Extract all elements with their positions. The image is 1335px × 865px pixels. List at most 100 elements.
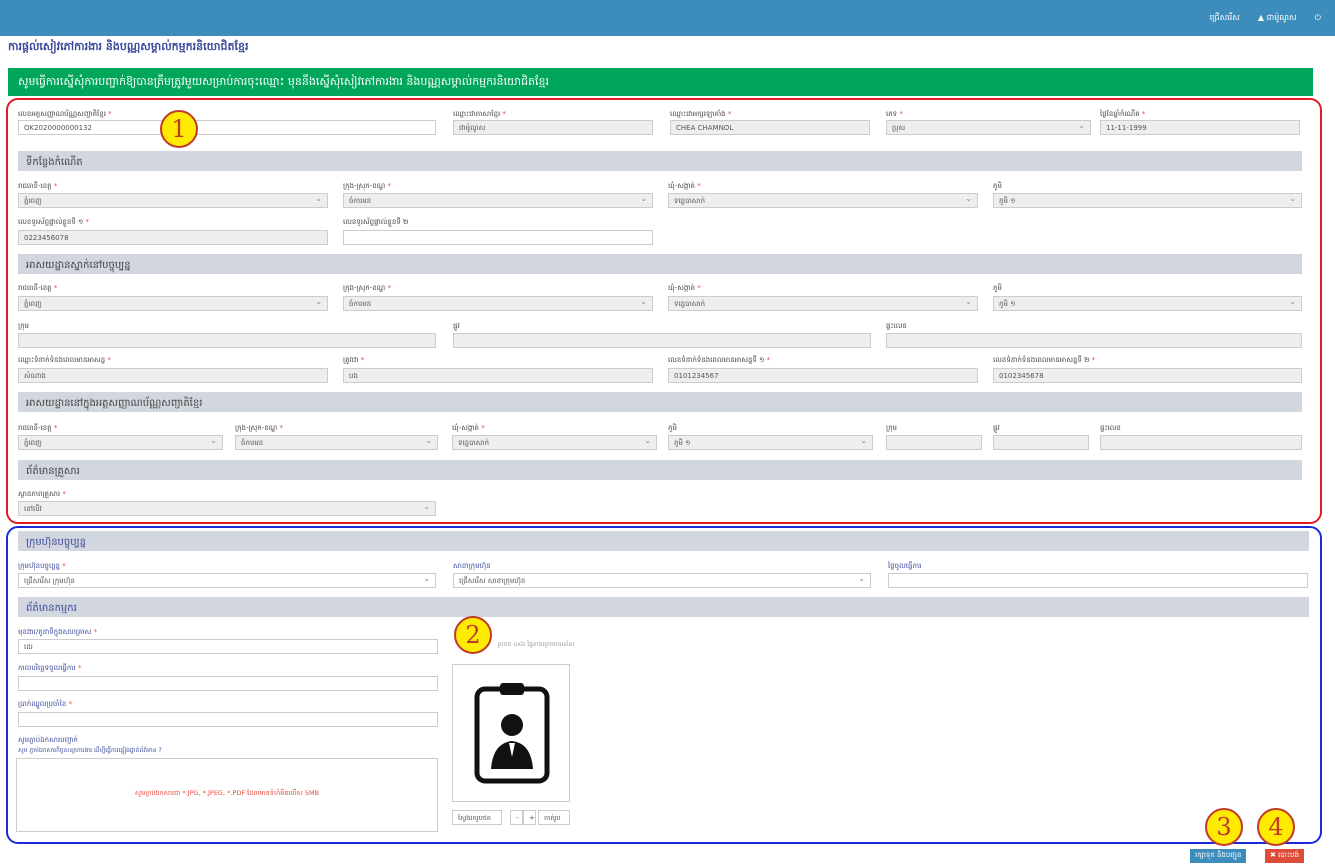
phone2-input[interactable] [343, 230, 653, 245]
position-input[interactable]: ដេរ [18, 639, 438, 654]
page-title: ការផ្ដល់សៀវភៅការងារ និងបណ្ណសម្គាល់កម្មករ… [8, 40, 249, 53]
company-select[interactable]: ជ្រើសរើស ក្រុមហ៊ុន [18, 573, 436, 588]
bp-district-select[interactable]: ចំការមន [343, 193, 653, 208]
emergency-phone1-label: លេខទំនាក់ទំនងពេលមានអាសន្នទី ១ * [668, 356, 771, 364]
branch-select[interactable]: ជ្រើសរើស សាខាក្រុមហ៊ុន [453, 573, 871, 588]
file-upload-area[interactable]: សូមភ្ជាប់ឯកសារជា *.JPG, *.JPEG, *.PDF ដែ… [16, 758, 438, 832]
top-navbar: ជ្រើសរើស ▲ ជាម៉ូណូស ⏻ [0, 0, 1335, 36]
start-date-label: ថ្ងៃចូលធ្វើការ [888, 562, 922, 570]
ida-group-label: ក្រុម [886, 424, 897, 432]
ida-street-input[interactable] [993, 435, 1089, 450]
name-en-label: ឈ្មោះជាអក្សរឡាតាំង * [670, 110, 732, 118]
instruction-banner: សូមធ្វើការស្នើសុំការបញ្ជាក់ឱ្យបានត្រឹមត្… [8, 68, 1313, 96]
ida-village-select[interactable]: ភូមិ ១ [668, 435, 873, 450]
marital-select[interactable]: នៅលីវ [18, 501, 436, 516]
marker-2: 2 [454, 616, 492, 654]
ca-street-label: ផ្លូវ [453, 322, 460, 330]
bp-village-label: ភូមិ [993, 182, 1002, 190]
upload-hint: សូមភ្ជាប់ឯកសារជា *.JPG, *.JPEG, *.PDF ដែ… [134, 789, 320, 797]
ca-street-input[interactable] [453, 333, 871, 348]
section-id-address: អាសយដ្ឋាននៅក្នុងអត្តសញ្ញាណប័ណ្ណសញ្ជាតិខ្… [18, 392, 1302, 412]
zoom-in-button[interactable]: + [523, 810, 536, 825]
ca-province-select[interactable]: ភ្នំពេញ [18, 296, 328, 311]
ida-province-select[interactable]: ភ្នំពេញ [18, 435, 223, 450]
ca-province-label: រាជធានី-ខេត្ត * [18, 284, 58, 292]
work-date-label: កាលបរិច្ឆេទចូលធ្វើការ * [18, 664, 82, 672]
ida-street-label: ផ្លូវ [993, 424, 1000, 432]
zoom-out-button[interactable]: - [510, 810, 523, 825]
salary-input[interactable] [18, 712, 438, 727]
bp-district-label: ក្រុង-ស្រុក-ខណ្ឌ * [343, 182, 391, 190]
branch-label: សាខាក្រុមហ៊ុន [453, 562, 491, 570]
position-label: មុខងារ/តួនាទីក្នុងសហគ្រាស * [18, 628, 98, 636]
id-number-input[interactable]: OK2020000000132 [18, 120, 436, 135]
name-kh-label: ឈ្មោះជាភាសាខ្មែរ * [453, 110, 506, 118]
ca-village-select[interactable]: ភូមិ ១ [993, 296, 1302, 311]
start-date-input[interactable] [888, 573, 1308, 588]
bp-province-label: រាជធានី-ខេត្ត * [18, 182, 58, 190]
ca-house-input[interactable] [886, 333, 1302, 348]
emergency-phone1-input[interactable]: 0101234567 [668, 368, 978, 383]
section-worker-info: ព័ត៌មានកម្មករ [18, 597, 1309, 617]
browse-photo-button[interactable]: ស្វែងរករូបថត [452, 810, 502, 825]
crop-button[interactable]: កាត់រូប [538, 810, 570, 825]
marker-1: 1 [160, 110, 198, 148]
bp-commune-label: ឃុំ-សង្កាត់ * [668, 182, 701, 190]
marker-3: 3 [1205, 808, 1243, 846]
user-menu[interactable]: ▲ ជាម៉ូណូស [1258, 12, 1297, 24]
name-kh-input[interactable]: ជាម៉ូណូស [453, 120, 653, 135]
emergency-phone2-label: លេខទំនាក់ទំនងពេលមានអាសន្នទី ២ * [993, 356, 1096, 364]
ca-commune-label: ឃុំ-សង្កាត់ * [668, 284, 701, 292]
ida-commune-select[interactable]: ទន្លេបាសាក់ [452, 435, 657, 450]
attach-label: សូមភ្ជាប់ឯកសារបញ្ជាក់ [18, 736, 78, 744]
photo-preview[interactable] [452, 664, 570, 802]
section-employer: ក្រុមហ៊ុនបច្ចុប្បន្ន [18, 531, 1309, 551]
ca-house-label: ផ្ទះលេខ [886, 322, 907, 330]
ida-house-input[interactable] [1100, 435, 1302, 450]
phone1-label: លេខទូរស័ព្ទផ្ទាល់ខ្លួនទី ១ * [18, 218, 90, 226]
photo-note: រូបថត ៤x៦ ផ្ទៃខាងក្រោយពណ៌ស [498, 641, 575, 648]
topbar-menu-item[interactable]: ជ្រើសរើស [1210, 12, 1240, 24]
sex-select[interactable]: ប្រុស [886, 120, 1091, 135]
ida-province-label: រាជធានី-ខេត្ត * [18, 424, 58, 432]
marital-label: ស្ថានភាពគ្រួសារ * [18, 490, 66, 498]
company-label: ក្រុមហ៊ុនបច្ចុប្បន្ន * [18, 562, 66, 570]
relation-input[interactable]: បង [343, 368, 653, 383]
cancel-button[interactable]: ✖ បោះបង់ [1265, 849, 1304, 863]
dob-label: ថ្ងៃខែឆ្នាំកំណើត * [1100, 110, 1146, 118]
bp-village-select[interactable]: ភូមិ ១ [993, 193, 1302, 208]
emergency-name-input[interactable]: សំណាង [18, 368, 328, 383]
ida-house-label: ផ្ទះលេខ [1100, 424, 1121, 432]
ida-commune-label: ឃុំ-សង្កាត់ * [452, 424, 485, 432]
ida-village-label: ភូមិ [668, 424, 677, 432]
work-date-input[interactable] [18, 676, 438, 691]
id-number-label: លេខអត្តសញ្ញាណប័ណ្ណសញ្ជាតិខ្មែរ * [18, 110, 112, 118]
phone2-label: លេខទូរស័ព្ទផ្ទាល់ខ្លួនទី ២ [343, 218, 409, 226]
ca-group-input[interactable] [18, 333, 436, 348]
name-en-input[interactable]: CHEA CHAMNOL [670, 120, 870, 135]
id-card-person-icon [474, 683, 550, 784]
save-submit-button[interactable]: រក្សាទុក និងបញ្ជូន [1190, 849, 1247, 863]
bp-commune-select[interactable]: ទន្លេបាសាក់ [668, 193, 978, 208]
ida-district-select[interactable]: ចំការមន [235, 435, 438, 450]
emergency-phone2-input[interactable]: 0102345678 [993, 368, 1302, 383]
bp-province-select[interactable]: ភ្នំពេញ [18, 193, 328, 208]
emergency-name-label: ឈ្មោះទំនាក់ទំនងពេលមានអាសន្ន * [18, 356, 111, 364]
section-current-address: អាសយដ្ឋានស្នាក់នៅបច្ចុប្បន្ន [18, 254, 1302, 274]
ida-group-input[interactable] [886, 435, 982, 450]
marker-4: 4 [1257, 808, 1295, 846]
ca-district-label: ក្រុង-ស្រុក-ខណ្ឌ * [343, 284, 391, 292]
section-birthplace: ទីកន្លែងកំណើត [18, 151, 1302, 171]
ca-commune-select[interactable]: ទន្លេបាសាក់ [668, 296, 978, 311]
ca-district-select[interactable]: ចំការមន [343, 296, 653, 311]
attach-note: សូម ភ្ជាប់ឯកសារកិច្ចសន្យាការងារ ដើម្បីធ្… [18, 747, 162, 754]
ca-group-label: ក្រុម [18, 322, 29, 330]
ida-district-label: ក្រុង-ស្រុក-ខណ្ឌ * [235, 424, 283, 432]
dob-input[interactable]: 11-11-1999 [1100, 120, 1300, 135]
relation-label: ត្រូវជា * [343, 356, 365, 364]
salary-label: ប្រាក់ឈ្នួលប្រចាំខែ * [18, 700, 72, 708]
phone1-input[interactable]: 0223456078 [18, 230, 328, 245]
power-icon[interactable]: ⏻ [1315, 13, 1321, 23]
sex-label: ភេទ * [886, 110, 903, 118]
section-family: ព័ត៌មានគ្រួសារ [18, 460, 1302, 480]
